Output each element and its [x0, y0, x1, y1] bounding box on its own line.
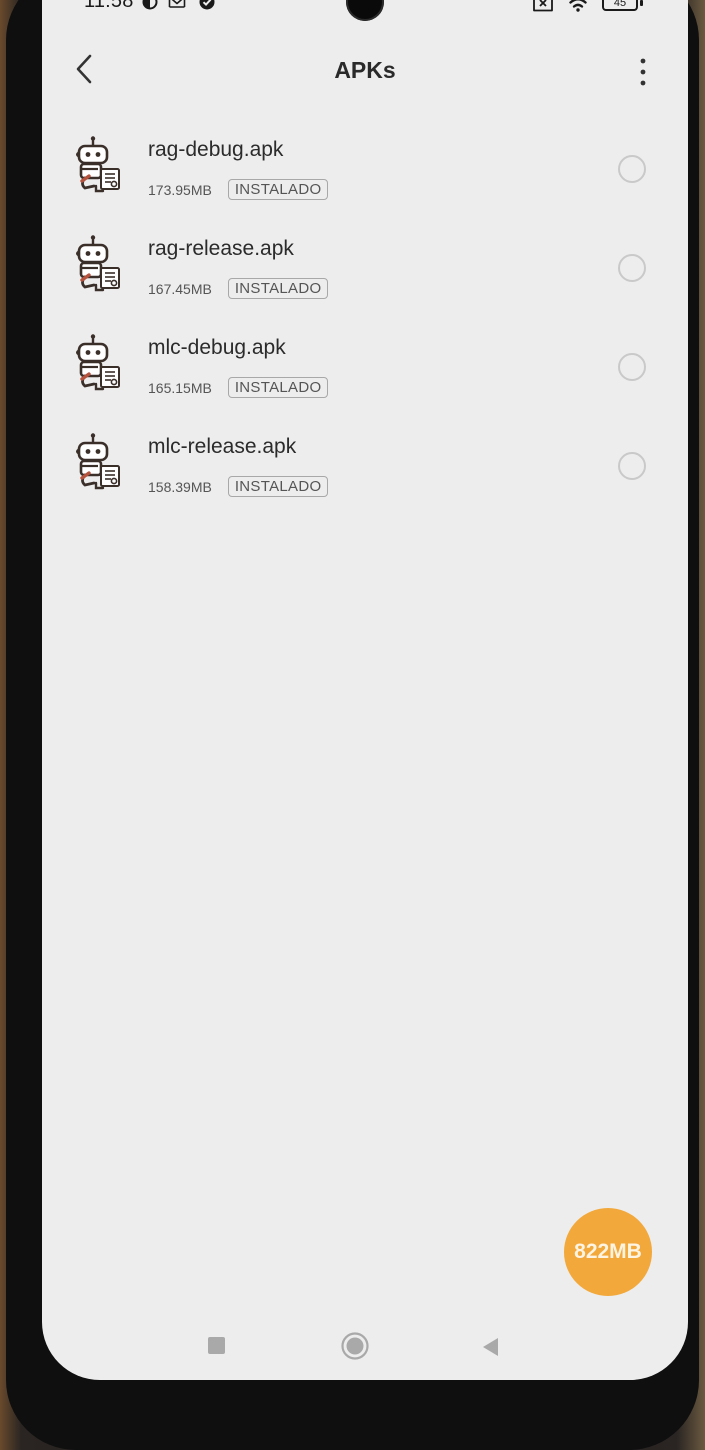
apk-size: 158.39MB: [148, 478, 212, 495]
screen: 11:58 45 APKs rag-debug.apk 173.95MB INS…: [42, 0, 688, 1380]
more-options-button[interactable]: [628, 52, 658, 92]
apk-name: rag-release.apk: [148, 237, 294, 260]
total-size-button[interactable]: 822MB: [564, 1208, 652, 1296]
apk-meta: 165.15MB INSTALADO: [148, 377, 329, 398]
total-size-label: 822MB: [574, 1240, 642, 1263]
select-radio[interactable]: [618, 254, 646, 282]
apk-name: rag-debug.apk: [148, 138, 284, 161]
install-status-badge: INSTALADO: [227, 179, 329, 200]
no-sim-icon: [533, 0, 553, 12]
android-robot-icon: [76, 433, 120, 490]
apk-name: mlc-debug.apk: [148, 336, 286, 359]
android-robot-icon: [76, 235, 120, 292]
apk-list: rag-debug.apk 173.95MB INSTALADO rag-rel…: [42, 128, 688, 524]
apk-size: 167.45MB: [148, 280, 212, 297]
apk-item[interactable]: mlc-release.apk 158.39MB INSTALADO: [42, 425, 688, 524]
more-vertical-icon: [640, 58, 646, 86]
battery-tip: [640, 0, 643, 6]
apk-size: 165.15MB: [148, 379, 212, 396]
gmail-icon: [168, 0, 186, 8]
android-robot-icon: [76, 136, 120, 193]
apk-name: mlc-release.apk: [148, 435, 297, 458]
battery-icon: 45: [602, 0, 638, 11]
status-bar: 11:58 45: [42, 0, 688, 34]
apk-meta: 167.45MB INSTALADO: [148, 278, 329, 299]
select-radio[interactable]: [618, 452, 646, 480]
wifi-icon: [569, 0, 587, 12]
select-radio[interactable]: [618, 353, 646, 381]
phone-frame: 11:58 45 APKs rag-debug.apk 173.95MB INS…: [6, 0, 699, 1450]
check-circle-icon: [199, 0, 215, 10]
install-status-badge: INSTALADO: [227, 476, 329, 497]
status-time: 11:58: [84, 0, 134, 12]
recents-icon[interactable]: [208, 1337, 225, 1354]
android-robot-icon: [76, 334, 120, 391]
install-status-badge: INSTALADO: [227, 278, 329, 299]
select-radio[interactable]: [618, 155, 646, 183]
install-status-badge: INSTALADO: [227, 377, 329, 398]
apk-item[interactable]: rag-debug.apk 173.95MB INSTALADO: [42, 128, 688, 227]
apk-item[interactable]: mlc-debug.apk 165.15MB INSTALADO: [42, 326, 688, 425]
data-saver-icon: [142, 0, 158, 10]
battery-level: 45: [613, 0, 627, 9]
apk-meta: 173.95MB INSTALADO: [148, 179, 329, 200]
home-icon[interactable]: [340, 1331, 370, 1361]
back-icon[interactable]: [480, 1336, 500, 1358]
apk-size: 173.95MB: [148, 181, 212, 198]
apk-meta: 158.39MB INSTALADO: [148, 476, 329, 497]
apk-item[interactable]: rag-release.apk 167.45MB INSTALADO: [42, 227, 688, 326]
front-camera: [346, 0, 384, 21]
page-title: APKs: [334, 57, 396, 83]
